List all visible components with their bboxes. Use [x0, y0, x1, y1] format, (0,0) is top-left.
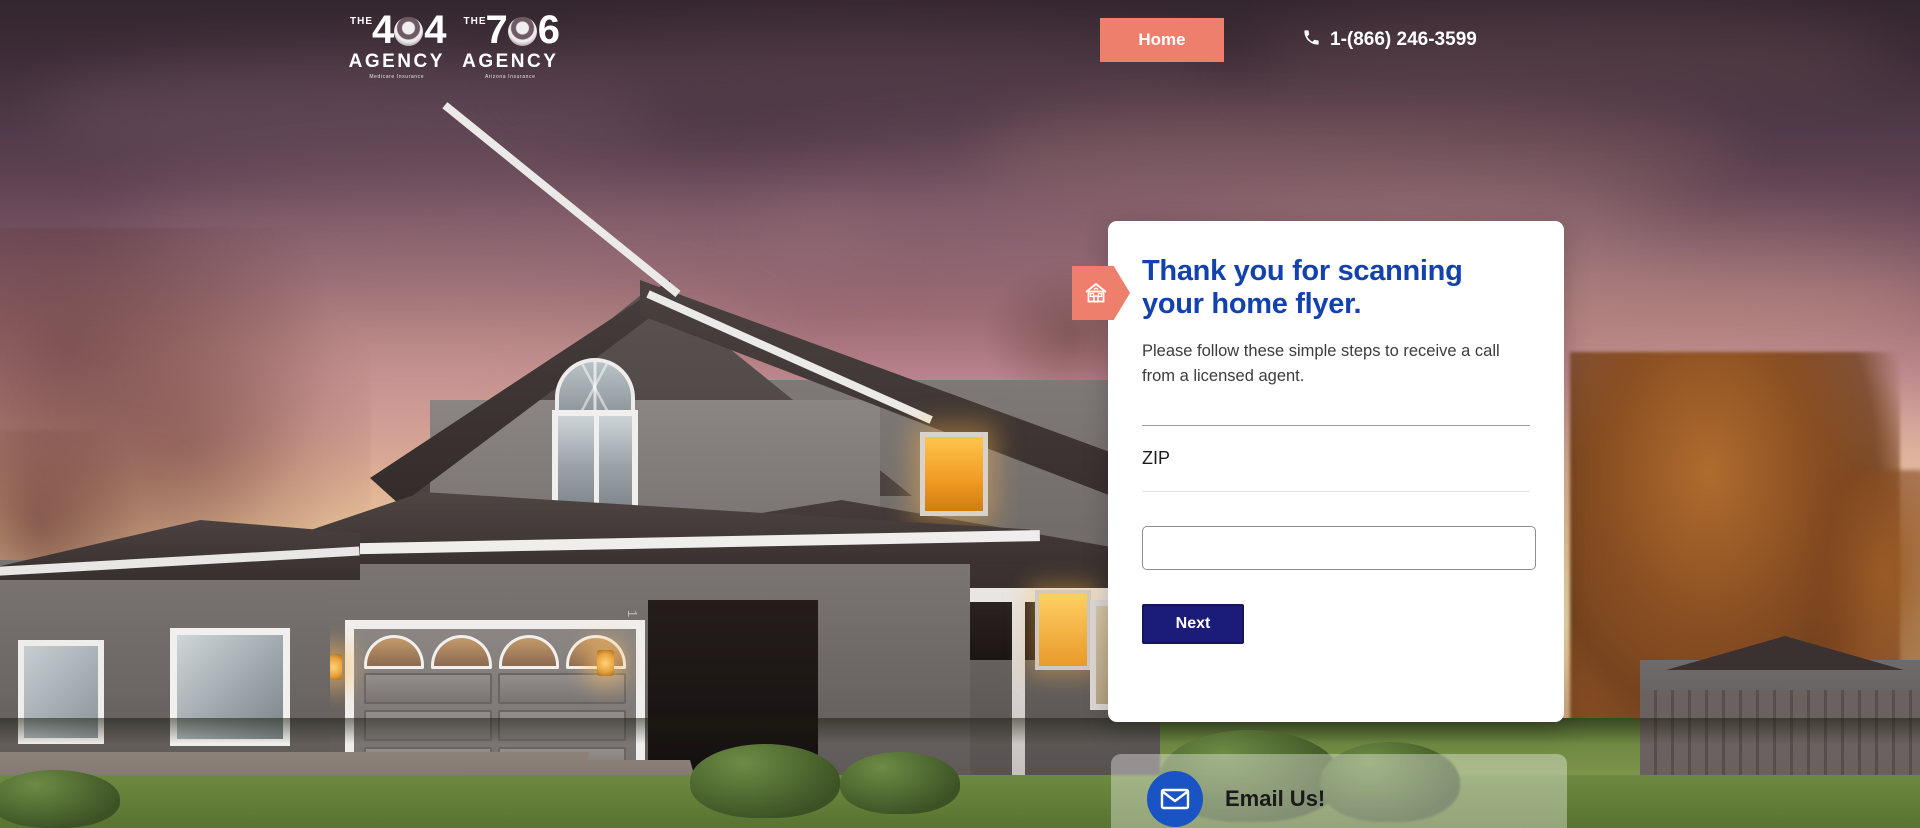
email-us-label: Email Us!	[1225, 786, 1326, 811]
arched-window-spokes	[559, 362, 631, 412]
card-content: Thank you for scanning your home flyer. …	[1108, 221, 1564, 644]
site-header: THE 4 4 AGENCY Medicare Insurance THE 7 …	[0, 0, 1920, 100]
logo-the-label: THE	[463, 16, 487, 27]
phone-icon	[1302, 28, 1321, 53]
card-subtitle: Please follow these simple steps to rece…	[1142, 341, 1500, 385]
logo-agency-label: AGENCY	[348, 51, 445, 72]
phone-link[interactable]: 1-(866) 246-3599	[1302, 28, 1477, 53]
zip-input[interactable]	[1142, 525, 1536, 570]
logo-digit-right: 4	[424, 8, 446, 52]
logo-number: 7 6	[485, 8, 561, 52]
garage-door-panel	[364, 673, 492, 704]
garage-door-window	[364, 635, 425, 669]
header-nav: Home 1-(866) 246-3599	[1100, 18, 1920, 62]
lit-window-entry	[1035, 590, 1091, 670]
divider-under-label	[1142, 490, 1530, 492]
porch-lamp	[597, 650, 614, 676]
shrub	[0, 770, 120, 828]
shrub	[690, 744, 840, 818]
shrub	[840, 752, 960, 814]
logo-tagline: Medicare Insurance	[369, 74, 425, 80]
front-lawn	[0, 775, 1920, 828]
logo-group: THE 4 4 AGENCY Medicare Insurance THE 7 …	[348, 8, 560, 80]
lawn-shadow	[0, 718, 1920, 744]
garage-door-window-row	[364, 635, 626, 669]
garage-door-panel	[498, 673, 626, 704]
logo-number: 4 4	[372, 8, 447, 52]
logo-tagline: Arizona Insurance	[484, 74, 536, 80]
email-us-widget[interactable]: Email Us!	[1111, 754, 1567, 828]
garage-door-window	[565, 635, 626, 669]
logo-706-agency[interactable]: THE 7 6 AGENCY Arizona Insurance	[462, 10, 560, 80]
home-button[interactable]: Home	[1100, 18, 1224, 62]
lead-form-card: Thank you for scanning your home flyer. …	[1072, 221, 1564, 722]
logo-digit-left: 7	[485, 8, 508, 52]
logo-the-label: THE	[350, 16, 373, 27]
next-button[interactable]: Next	[1142, 603, 1244, 644]
logo-digit-left: 4	[372, 8, 394, 52]
garage-door-window	[498, 635, 559, 669]
garage-door-window	[431, 635, 492, 669]
lit-window-upper	[920, 432, 988, 516]
phone-number: 1-(866) 246-3599	[1330, 29, 1477, 50]
logo-digit-right: 6	[537, 8, 560, 52]
upper-tall-window	[552, 410, 638, 515]
logo-agency-label: AGENCY	[462, 51, 559, 72]
landing-page: 1705	[0, 0, 1920, 828]
logo-404-agency[interactable]: THE 4 4 AGENCY Medicare Insurance	[348, 8, 447, 80]
logo-emblem-icon	[394, 16, 424, 46]
page-title: Thank you for scanning your home flyer.	[1142, 255, 1463, 320]
house-icon	[1083, 281, 1109, 305]
envelope-icon	[1147, 771, 1203, 827]
logo-emblem-icon	[507, 16, 537, 46]
zip-field-label: ZIP	[1142, 447, 1171, 468]
